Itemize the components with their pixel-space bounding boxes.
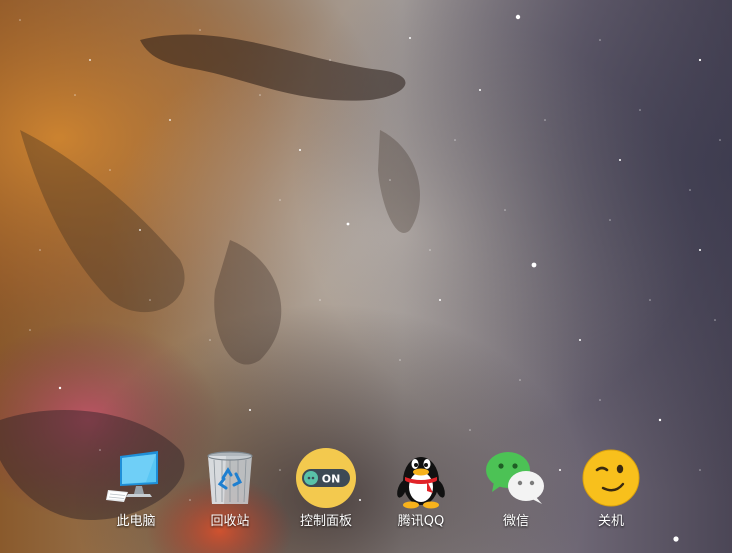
dock-item-this-pc[interactable]: 此电脑 [92, 446, 180, 542]
dock-item-tencent-qq[interactable]: 腾讯QQ [377, 446, 465, 542]
toggle-on-text: ON [322, 473, 341, 486]
dock-item-control-panel[interactable]: ON 控制面板 [282, 446, 370, 542]
dock-label-tencent-qq: 腾讯QQ [397, 514, 445, 529]
qq-penguin-icon [389, 446, 453, 510]
dock-label-control-panel: 控制面板 [299, 514, 352, 529]
dock-item-wechat[interactable]: 微信 [472, 446, 560, 542]
computer-monitor-icon [104, 446, 168, 510]
dock-label-shutdown: 关机 [597, 514, 624, 529]
dock-item-shutdown[interactable]: 关机 [567, 446, 655, 542]
dock-label-wechat: 微信 [502, 514, 529, 529]
dock-item-recycle-bin[interactable]: 回收站 [186, 446, 274, 542]
toggle-switch-icon: ON [294, 446, 358, 510]
wink-face-icon [579, 446, 643, 510]
dock-label-recycle-bin: 回收站 [210, 514, 250, 529]
desktop-dock: 此电脑 回收站 ON 控制面板 腾讯QQ 微信 关机 [88, 446, 668, 546]
recycle-bin-icon [198, 446, 262, 510]
wechat-icon [484, 446, 548, 510]
dock-label-this-pc: 此电脑 [116, 514, 156, 529]
